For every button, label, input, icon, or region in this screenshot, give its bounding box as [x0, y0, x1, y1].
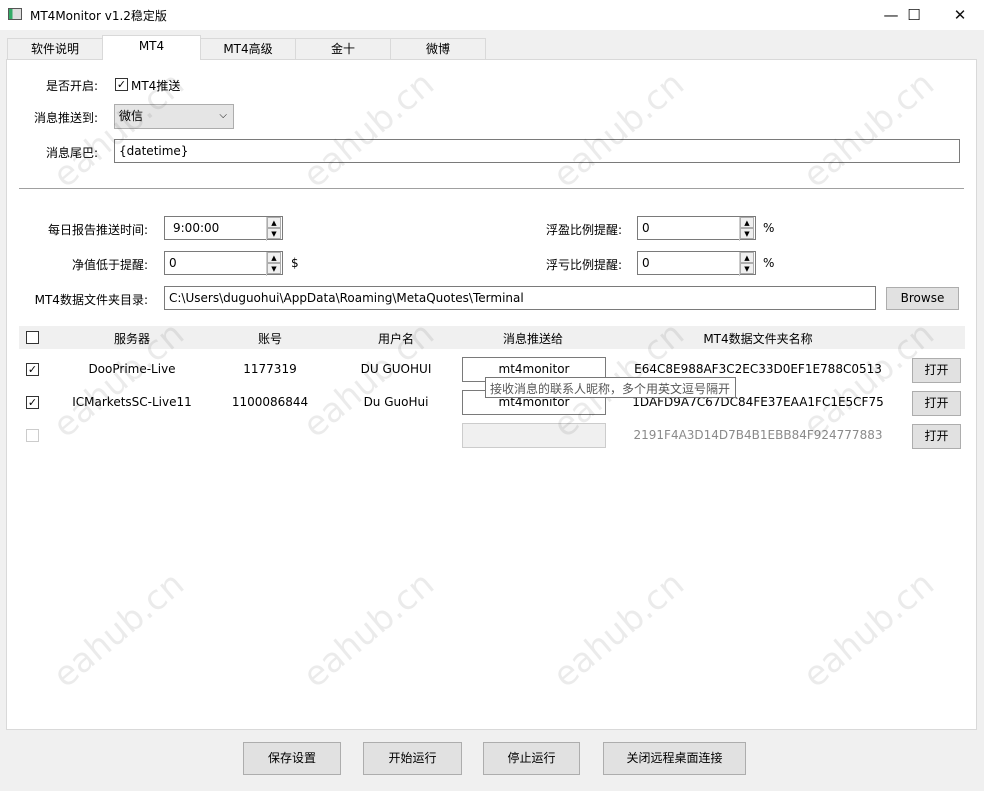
- daily-report-input[interactable]: 9:00:00 ▲ ▼: [164, 216, 283, 241]
- down-arrow-icon[interactable]: ▼: [267, 263, 281, 274]
- loss-label: 浮亏比例提醒:: [545, 258, 622, 272]
- up-arrow-icon[interactable]: ▲: [267, 217, 281, 228]
- up-arrow-icon[interactable]: ▲: [740, 252, 754, 263]
- window-title: MT4Monitor v1.2稳定版: [30, 9, 167, 23]
- push-to-value: 微信: [119, 109, 144, 123]
- equity-label: 净值低于提醒:: [71, 258, 148, 272]
- tab-software-info[interactable]: 软件说明: [7, 38, 103, 59]
- open-folder-button[interactable]: 打开: [912, 391, 961, 416]
- row-account: 1177319: [243, 362, 297, 376]
- row-folder-name: 2191F4A3D14D7B4B1EBB84F924777883: [633, 428, 883, 442]
- header-folder-name: MT4数据文件夹名称: [703, 332, 813, 346]
- tooltip: 接收消息的联系人昵称，多个用英文逗号隔开: [485, 377, 736, 398]
- spinner[interactable]: ▲ ▼: [266, 217, 282, 241]
- row-checkbox[interactable]: [26, 429, 39, 442]
- app-icon: [8, 8, 22, 20]
- push-to-select[interactable]: 微信 ⌵: [114, 104, 234, 129]
- loss-unit: %: [763, 256, 775, 270]
- equity-input[interactable]: 0 ▲ ▼: [164, 251, 283, 276]
- loss-value: 0: [642, 256, 650, 270]
- stop-button[interactable]: 停止运行: [483, 742, 580, 775]
- down-arrow-icon[interactable]: ▼: [740, 263, 754, 274]
- folder-input[interactable]: C:\Users\duguohui\AppData\Roaming\MetaQu…: [164, 286, 876, 310]
- browse-button[interactable]: Browse: [886, 287, 959, 310]
- row-username: DU GUOHUI: [360, 362, 432, 376]
- maximize-button[interactable]: ☐: [891, 0, 937, 30]
- profit-label: 浮盈比例提醒:: [545, 223, 622, 237]
- close-rdp-button[interactable]: 关闭远程桌面连接: [603, 742, 746, 775]
- profit-value: 0: [642, 221, 650, 235]
- tab-jin10[interactable]: 金十: [295, 38, 391, 59]
- folder-label: MT4数据文件夹目录:: [34, 293, 148, 307]
- spinner[interactable]: ▲ ▼: [739, 217, 755, 241]
- header-push-to: 消息推送给: [502, 332, 563, 346]
- up-arrow-icon[interactable]: ▲: [740, 217, 754, 228]
- save-settings-button[interactable]: 保存设置: [243, 742, 341, 775]
- tab-mt4[interactable]: MT4: [102, 35, 201, 60]
- enable-checkbox[interactable]: ✓: [115, 78, 128, 91]
- row-folder-name: E64C8E988AF3C2EC33D0EF1E788C0513: [634, 362, 882, 376]
- row-account: 1100086844: [231, 395, 309, 409]
- open-folder-button[interactable]: 打开: [912, 358, 961, 383]
- equity-value: 0: [169, 256, 177, 270]
- tab-mt4-advanced[interactable]: MT4高级: [200, 38, 296, 59]
- row-checkbox[interactable]: ✓: [26, 396, 39, 409]
- spinner[interactable]: ▲ ▼: [739, 252, 755, 276]
- select-all-checkbox[interactable]: [26, 331, 39, 344]
- loss-input[interactable]: 0 ▲ ▼: [637, 251, 756, 276]
- header-account: 账号: [257, 332, 282, 346]
- row-checkbox[interactable]: ✓: [26, 363, 39, 376]
- tail-input[interactable]: {datetime}: [114, 139, 960, 163]
- title-bar: MT4Monitor v1.2稳定版 — ☐ ✕: [0, 0, 984, 30]
- up-arrow-icon[interactable]: ▲: [267, 252, 281, 263]
- row-username: Du GuoHui: [363, 395, 429, 409]
- equity-unit: $: [291, 256, 299, 270]
- push-to-label: 消息推送到:: [33, 111, 98, 125]
- start-button[interactable]: 开始运行: [363, 742, 462, 775]
- down-arrow-icon[interactable]: ▼: [267, 228, 281, 239]
- separator: [19, 188, 964, 189]
- tail-label: 消息尾巴:: [45, 146, 98, 160]
- spinner[interactable]: ▲ ▼: [266, 252, 282, 276]
- profit-input[interactable]: 0 ▲ ▼: [637, 216, 756, 241]
- daily-report-label: 每日报告推送时间:: [47, 223, 148, 237]
- header-username: 用户名: [377, 332, 414, 346]
- table-row: 2191F4A3D14D7B4B1EBB84F924777883 打开: [19, 423, 965, 449]
- daily-report-value: 9:00:00: [173, 221, 220, 235]
- close-button[interactable]: ✕: [937, 0, 983, 30]
- down-arrow-icon[interactable]: ▼: [740, 228, 754, 239]
- row-push-to-input[interactable]: [462, 423, 606, 448]
- tab-weibo[interactable]: 微博: [390, 38, 486, 59]
- row-server: DooPrime-Live: [88, 362, 176, 376]
- table-header: 服务器 账号 用户名 消息推送给 MT4数据文件夹名称: [19, 326, 965, 349]
- row-server: ICMarketsSC-Live11: [72, 395, 192, 409]
- enable-label: 是否开启:: [45, 79, 98, 93]
- open-folder-button[interactable]: 打开: [912, 424, 961, 449]
- enable-checkbox-label: MT4推送: [131, 79, 181, 93]
- profit-unit: %: [763, 221, 775, 235]
- header-server: 服务器: [113, 332, 150, 346]
- chevron-down-icon: ⌵: [219, 110, 227, 121]
